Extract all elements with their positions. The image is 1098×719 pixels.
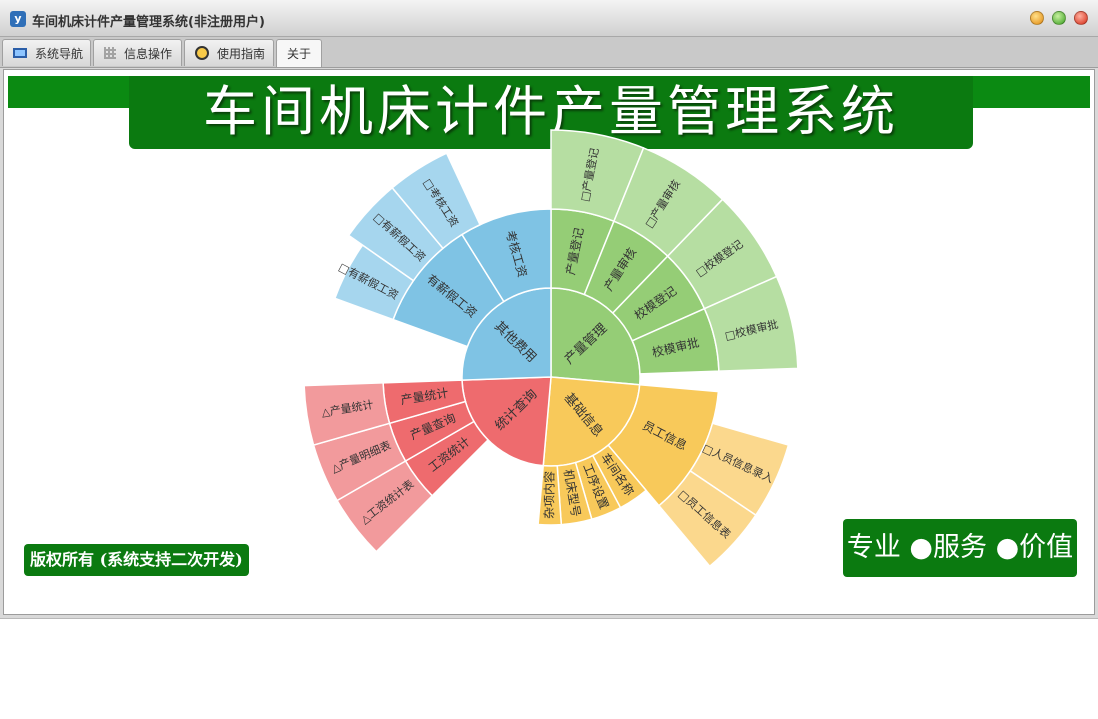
sub-label: 杂项内容	[541, 471, 556, 519]
tab-label: 系统导航	[35, 46, 84, 61]
window-title: 车间机床计件产量管理系统(非注册用户)	[32, 15, 265, 30]
tab-about[interactable]: 关于	[276, 39, 322, 67]
tab-system-nav[interactable]: 系统导航	[2, 39, 91, 66]
monitor-icon	[13, 48, 27, 58]
title-bar[interactable]: y 车间机床计件产量管理系统(非注册用户)	[0, 0, 1098, 37]
tab-bar: 系统导航 信息操作 使用指南 关于	[0, 37, 1098, 68]
tab-label: 信息操作	[124, 46, 173, 61]
app-window: y 车间机床计件产量管理系统(非注册用户) 系统导航 信息操作 使用指南 关于 …	[0, 0, 1098, 619]
close-icon[interactable]	[1074, 11, 1088, 25]
tab-user-guide[interactable]: 使用指南	[184, 39, 274, 66]
bulb-icon	[195, 46, 209, 60]
about-panel: 车间机床计件产量管理系统 产量管理 基础信息 统计查询 其他费用 产量登记 产量审核 校模登…	[3, 69, 1095, 615]
app-logo-icon: y	[10, 11, 26, 27]
tab-label: 关于	[286, 47, 311, 61]
minimize-icon[interactable]	[1030, 11, 1044, 25]
grid-icon	[104, 47, 116, 59]
tab-info-ops[interactable]: 信息操作	[93, 39, 182, 66]
slogan-badge: 专业 ●服务 ●价值	[843, 519, 1077, 577]
copyright-label: 版权所有 (系统支持二次开发)	[24, 544, 249, 576]
maximize-icon[interactable]	[1052, 11, 1066, 25]
tab-label: 使用指南	[217, 46, 266, 61]
